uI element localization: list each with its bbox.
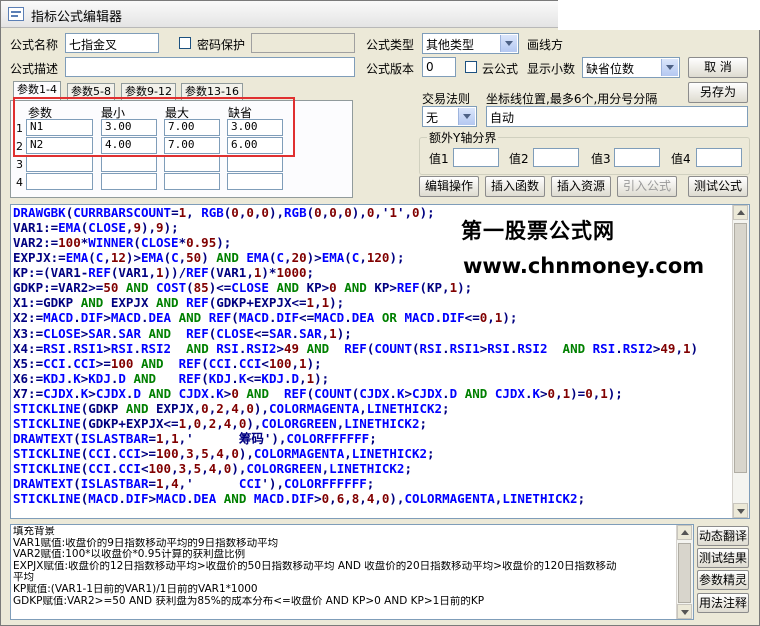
cropped-area — [558, 0, 760, 30]
formula-version-input[interactable]: 0 — [422, 57, 456, 77]
value2-label: 值2 — [509, 152, 529, 166]
formula-desc-input[interactable] — [65, 57, 355, 77]
param-max-cell[interactable] — [164, 173, 220, 190]
formula-type-label: 公式类型 — [366, 38, 415, 52]
watermark-title: 第一股票公式网 — [461, 219, 615, 243]
test-formula-button[interactable]: 测试公式 — [688, 176, 748, 197]
code-line[interactable]: X7:=CJDX.K>CJDX.D AND CJDX.K>0 AND REF(C… — [13, 386, 698, 401]
cancel-button[interactable]: 取 消 — [688, 57, 748, 78]
code-line[interactable]: STICKLINE(MACD.DIF>MACD.DEA AND MACD.DIF… — [13, 491, 698, 506]
notes-scrollbar[interactable] — [676, 525, 693, 619]
code-line[interactable]: GDKP:=VAR2>=50 AND COST(85)<=CLOSE AND K… — [13, 280, 698, 295]
param-wizard-button[interactable]: 参数精灵 — [697, 570, 749, 590]
save-as-button[interactable]: 另存为 — [688, 82, 748, 103]
param-default-cell[interactable] — [227, 173, 283, 190]
value2-input[interactable] — [533, 148, 579, 167]
code-line[interactable]: DRAWTEXT(ISLASTBAR=1,4,' CCI'),COLORFFFF… — [13, 476, 698, 491]
highlight-box — [13, 97, 295, 157]
value3-label: 值3 — [591, 152, 611, 166]
decimals-select[interactable]: 缺省位数 — [582, 57, 680, 78]
insert-resource-button[interactable]: 插入资源 — [551, 176, 611, 197]
formula-name-input[interactable]: 七指金叉 — [65, 33, 159, 53]
translation-line: 填充背景 — [13, 526, 55, 537]
formula-version-label: 公式版本 — [366, 62, 415, 76]
import-formula-button[interactable]: 引入公式 — [617, 176, 677, 197]
translation-panel[interactable]: 填充背景 VAR1赋值:收盘价的9日指数移动平均的9日指数移动平均 VAR2赋值:1… — [10, 524, 694, 620]
watermark-url: www.chnmoney.com — [463, 254, 705, 278]
formula-type-select[interactable]: 其他类型 — [422, 33, 519, 54]
trade-rule-select[interactable]: 无 — [422, 106, 477, 127]
formula-desc-label: 公式描述 — [10, 62, 59, 76]
code-line[interactable]: STICKLINE(CCI.CCI<100,3,5,4,0),COLORGREE… — [13, 461, 698, 476]
formula-type-value: 其他类型 — [426, 38, 475, 52]
param-max-cell[interactable] — [164, 155, 220, 172]
test-results-button[interactable]: 测试结果 — [697, 548, 749, 568]
password-checkbox[interactable] — [179, 37, 191, 49]
app-icon — [8, 7, 24, 21]
code-line[interactable]: DRAWTEXT(ISLASTBAR=1,1,' 筹码'),COLORFFFFF… — [13, 431, 698, 446]
translation-line: VAR1赋值:收盘价的9日指数移动平均的9日指数移动平均 — [13, 537, 279, 549]
chart-method-label: 画线方 — [527, 38, 564, 52]
param-min-cell[interactable] — [101, 155, 157, 172]
edit-ops-button[interactable]: 编辑操作 — [419, 176, 479, 197]
code-line[interactable]: X6:=KDJ.K>KDJ.D AND REF(KDJ.K<=KDJ.D,1); — [13, 371, 698, 386]
param-name-cell[interactable] — [26, 173, 93, 190]
scroll-down-icon[interactable] — [733, 503, 748, 518]
param-name-cell[interactable] — [26, 155, 93, 172]
code-line[interactable]: X3:=CLOSE>SAR.SAR AND REF(CLOSE<=SAR.SAR… — [13, 326, 698, 341]
param-row-number: 4 — [16, 176, 23, 189]
translation-line: GDKP赋值:VAR2>=50 AND 获利盘为85%的成本分布<=收盘价 AN… — [13, 595, 485, 607]
translation-line: EXPJX赋值:收盘价的12日指数移动平均>收盘价的50日指数移动平均 AND … — [13, 560, 617, 572]
code-line[interactable]: X4:=RSI.RSI1>RSI.RSI2 AND RSI.RSI2>49 AN… — [13, 341, 698, 356]
scroll-down-icon[interactable] — [677, 604, 692, 619]
scroll-thumb[interactable] — [678, 543, 691, 603]
decimals-value: 缺省位数 — [586, 62, 635, 76]
code-line[interactable]: X5:=CCI.CCI>=100 AND REF(CCI.CCI<100,1); — [13, 356, 698, 371]
value1-label: 值1 — [429, 152, 449, 166]
coord-lines-input[interactable]: 自动 — [486, 106, 748, 127]
insert-function-button[interactable]: 插入函数 — [485, 176, 545, 197]
chevron-down-icon — [500, 35, 517, 52]
cloud-formula-label: 云公式 — [482, 62, 519, 76]
coord-lines-label: 坐标线位置,最多6个,用分号分隔 — [486, 92, 658, 106]
scroll-thumb[interactable] — [734, 223, 747, 473]
y-axis-group-label: 额外Y轴分界 — [427, 129, 499, 146]
code-editor[interactable]: DRAWGBK(CURRBARSCOUNT=1, RGB(0,0,0),RGB(… — [10, 204, 750, 519]
param-default-cell[interactable] — [227, 155, 283, 172]
password-label: 密码保护 — [197, 38, 246, 52]
formula-name-label: 公式名称 — [10, 38, 59, 52]
param-row-number: 3 — [16, 158, 23, 171]
code-scrollbar[interactable] — [732, 205, 749, 518]
decimals-label: 显示小数 — [527, 62, 576, 76]
trade-rule-label: 交易法则 — [422, 92, 471, 106]
trade-rule-value: 无 — [426, 111, 439, 125]
usage-notes-button[interactable]: 用法注释 — [697, 593, 749, 613]
code-line[interactable]: STICKLINE(GDKP AND EXPJX,0,2,4,0),COLORM… — [13, 401, 698, 416]
code-line[interactable]: STICKLINE(GDKP+EXPJX<=1,0,2,4,0),COLORGR… — [13, 416, 698, 431]
value3-input[interactable] — [614, 148, 660, 167]
dynamic-translate-button[interactable]: 动态翻译 — [697, 526, 749, 546]
scroll-up-icon[interactable] — [733, 205, 748, 220]
translation-line: 平均 — [13, 572, 34, 584]
password-input[interactable] — [251, 33, 355, 53]
chevron-down-icon — [458, 108, 475, 125]
editor-window: 指标公式编辑器 公式名称 七指金叉 密码保护 公式类型 其他类型 画线方 公式描… — [0, 0, 760, 626]
code-line[interactable]: STICKLINE(CCI.CCI>=100,3,5,4,0),COLORMAG… — [13, 446, 698, 461]
cloud-formula-checkbox[interactable] — [465, 61, 477, 73]
value4-label: 值4 — [671, 152, 691, 166]
translation-line: VAR2赋值:100*以收盘价*0.95计算的获利盘比例 — [13, 549, 246, 561]
translation-line: KP赋值:(VAR1-1日前的VAR1)/1日前的VAR1*1000 — [13, 583, 258, 595]
value4-input[interactable] — [696, 148, 742, 167]
chevron-down-icon — [661, 59, 678, 76]
code-text[interactable]: DRAWGBK(CURRBARSCOUNT=1, RGB(0,0,0),RGB(… — [13, 205, 698, 506]
translation-text: 填充背景 VAR1赋值:收盘价的9日指数移动平均的9日指数移动平均 VAR2赋值:1… — [13, 526, 675, 607]
window-title: 指标公式编辑器 — [31, 10, 123, 25]
param-min-cell[interactable] — [101, 173, 157, 190]
value1-input[interactable] — [453, 148, 499, 167]
code-line[interactable]: X2:=MACD.DIF>MACD.DEA AND REF(MACD.DIF<=… — [13, 310, 698, 325]
code-line[interactable]: X1:=GDKP AND EXPJX AND REF(GDKP+EXPJX<=1… — [13, 295, 698, 310]
scroll-up-icon[interactable] — [677, 525, 692, 540]
